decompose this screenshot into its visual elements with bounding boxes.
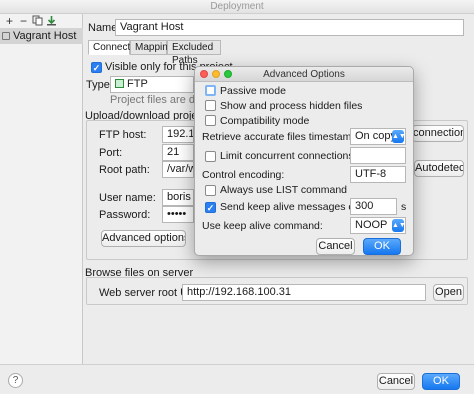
timestamps-label: Retrieve accurate files timestamps: bbox=[202, 131, 366, 143]
keep-alive-command-label: Use keep alive command: bbox=[202, 220, 323, 232]
compatibility-mode-checkbox[interactable] bbox=[205, 115, 216, 126]
show-hidden-checkbox[interactable] bbox=[205, 100, 216, 111]
chevron-updown-icon: ▲▼ bbox=[392, 219, 405, 232]
ftp-host-label: FTP host: bbox=[99, 129, 147, 141]
copy-icon[interactable] bbox=[31, 15, 44, 28]
keep-alive-command-select[interactable]: NOOP ▲▼ bbox=[350, 217, 406, 234]
root-path-label: Root path: bbox=[99, 164, 150, 176]
root-path-input[interactable]: /var/w bbox=[162, 161, 194, 178]
limit-connections-label: Limit concurrent connections: bbox=[220, 150, 357, 162]
compatibility-mode-label: Compatibility mode bbox=[220, 115, 310, 127]
port-input[interactable]: 21 bbox=[162, 144, 194, 161]
web-root-input[interactable]: http://192.168.100.31 bbox=[182, 284, 426, 301]
control-encoding-input[interactable]: UTF-8 bbox=[350, 166, 406, 183]
keep-alive-command-value: NOOP bbox=[355, 219, 388, 231]
open-button[interactable]: Open bbox=[433, 284, 464, 301]
type-label: Type: bbox=[86, 79, 113, 91]
user-name-input[interactable]: boris bbox=[162, 189, 194, 206]
timestamps-select[interactable]: On copy ▲▼ bbox=[350, 128, 406, 145]
user-name-label: User name: bbox=[99, 192, 156, 204]
help-icon[interactable]: ? bbox=[8, 373, 23, 388]
timestamps-value: On copy bbox=[355, 130, 396, 142]
keep-alive-interval-input[interactable]: 300 bbox=[350, 198, 397, 215]
password-label: Password: bbox=[99, 209, 151, 221]
always-list-checkbox[interactable] bbox=[205, 185, 216, 196]
show-hidden-label: Show and process hidden files bbox=[220, 100, 363, 112]
close-icon[interactable] bbox=[200, 70, 208, 78]
window-title: Deployment bbox=[210, 1, 264, 12]
visible-only-checkbox[interactable] bbox=[91, 62, 102, 73]
test-connection-button[interactable]: connection... bbox=[412, 125, 464, 142]
control-encoding-label: Control encoding: bbox=[202, 169, 285, 181]
add-icon[interactable]: + bbox=[3, 15, 16, 28]
advanced-options-dialog: Advanced Options Passive mode Show and p… bbox=[194, 66, 414, 256]
server-icon bbox=[2, 32, 10, 40]
dialog-cancel-button[interactable]: Cancel bbox=[316, 238, 355, 255]
ftp-icon bbox=[115, 79, 124, 88]
advanced-options-button[interactable]: Advanced options... bbox=[101, 230, 186, 247]
tab-excluded-paths[interactable]: Excluded Paths bbox=[167, 40, 221, 66]
limit-connections-input[interactable] bbox=[350, 147, 406, 164]
type-select[interactable]: FTP bbox=[110, 76, 194, 93]
dialog-ok-button[interactable]: OK bbox=[363, 238, 401, 255]
sidebar-item-vagrant-host[interactable]: Vagrant Host bbox=[0, 28, 83, 44]
passive-mode-checkbox[interactable] bbox=[205, 85, 216, 96]
name-input[interactable]: Vagrant Host bbox=[115, 19, 464, 36]
remove-icon[interactable]: − bbox=[17, 15, 30, 28]
minimize-icon[interactable] bbox=[212, 70, 220, 78]
keep-alive-checkbox[interactable] bbox=[205, 202, 216, 213]
maximize-icon[interactable] bbox=[224, 70, 232, 78]
type-value: FTP bbox=[127, 78, 148, 90]
ftp-host-input[interactable]: 192.16 bbox=[162, 126, 194, 143]
window-title-bar: Deployment bbox=[0, 0, 474, 14]
tab-mappings[interactable]: Mappings bbox=[130, 40, 178, 55]
password-input[interactable]: ••••• bbox=[162, 206, 194, 223]
passive-mode-label: Passive mode bbox=[220, 85, 286, 97]
sidebar-item-label: Vagrant Host bbox=[13, 30, 77, 42]
limit-connections-checkbox[interactable] bbox=[205, 151, 216, 162]
ok-button[interactable]: OK bbox=[422, 373, 460, 390]
chevron-updown-icon: ▲▼ bbox=[392, 130, 405, 143]
dialog-title: Advanced Options bbox=[263, 69, 345, 80]
port-label: Port: bbox=[99, 147, 123, 159]
tab-connection[interactable]: Connection bbox=[88, 40, 144, 55]
autodetect-button[interactable]: Autodetect bbox=[414, 160, 464, 177]
cancel-button[interactable]: Cancel bbox=[377, 373, 415, 390]
keep-alive-unit: s bbox=[401, 201, 407, 213]
always-list-label: Always use LIST command bbox=[220, 184, 348, 196]
server-list-sidebar: + − Vagrant Host bbox=[0, 14, 83, 364]
import-icon[interactable] bbox=[45, 15, 58, 28]
